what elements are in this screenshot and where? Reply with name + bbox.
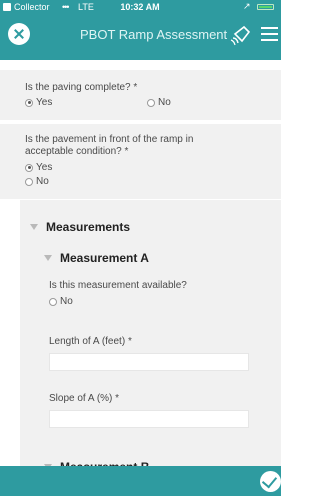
collector-app-icon xyxy=(3,3,11,11)
survey-form: Is the paving complete? * Yes No Is the … xyxy=(0,60,281,474)
pavement-option-yes[interactable]: Yes xyxy=(25,162,52,173)
length-a-input[interactable] xyxy=(49,353,249,371)
slope-a-label: Slope of A (%) * xyxy=(49,393,120,404)
status-app-name: Collector xyxy=(14,2,50,12)
question-pavement-section: Is the pavement in front of the ramp in … xyxy=(0,124,281,199)
question-pavement-label-line2: acceptable condition? * xyxy=(25,146,129,157)
measurements-group: Measurements Measurement A Is this measu… xyxy=(20,200,281,474)
battery-icon xyxy=(257,4,274,10)
menu-icon[interactable] xyxy=(261,27,278,41)
measurement-a-available-label: Is this measurement available? xyxy=(49,280,187,291)
radio-unselected-icon xyxy=(49,297,57,306)
pavement-option-no[interactable]: No xyxy=(25,176,49,187)
signal-strength-icon: ••• xyxy=(62,2,70,12)
question-paving-section: Is the paving complete? * Yes No xyxy=(0,70,281,120)
measurement-a-toggle[interactable]: Measurement A xyxy=(44,251,149,265)
length-a-label: Length of A (feet) * xyxy=(49,336,132,347)
question-pavement-label: Is the pavement in front of the ramp in … xyxy=(25,134,193,158)
pavement-option-no-label: No xyxy=(36,176,49,187)
measurement-a-available-no-label: No xyxy=(60,296,73,307)
radio-selected-icon xyxy=(25,98,33,107)
pavement-option-yes-label: Yes xyxy=(36,162,53,173)
paving-option-yes[interactable]: Yes xyxy=(25,97,52,108)
paving-option-no[interactable]: No xyxy=(147,97,171,108)
network-type: LTE xyxy=(78,2,94,12)
close-button[interactable] xyxy=(8,23,30,45)
measurement-a-available-no[interactable]: No xyxy=(49,296,73,307)
radio-unselected-icon xyxy=(25,177,33,186)
app-header: PBOT Ramp Assessment xyxy=(0,14,281,60)
collapse-triangle-icon xyxy=(44,255,52,261)
bottom-action-bar xyxy=(0,466,281,496)
status-time: 10:32 AM xyxy=(120,2,160,12)
question-paving-label: Is the paving complete? * xyxy=(25,82,138,93)
collapse-triangle-icon xyxy=(30,224,38,230)
gps-icon[interactable] xyxy=(230,24,252,46)
radio-selected-icon xyxy=(25,163,33,172)
page-title: PBOT Ramp Assessment xyxy=(80,27,228,42)
submit-check-icon[interactable] xyxy=(260,471,281,492)
radio-unselected-icon xyxy=(147,98,155,107)
location-arrow-icon: ↗ xyxy=(243,1,251,11)
measurement-a-heading: Measurement A xyxy=(60,251,149,265)
paving-option-yes-label: Yes xyxy=(36,97,53,108)
measurements-toggle[interactable]: Measurements xyxy=(30,220,130,234)
measurements-heading: Measurements xyxy=(46,220,131,234)
paving-option-no-label: No xyxy=(158,97,171,108)
status-bar: Collector ••• LTE 10:32 AM ↗ xyxy=(0,0,281,14)
question-pavement-label-line1: Is the pavement in front of the ramp in xyxy=(25,134,194,145)
slope-a-input[interactable] xyxy=(49,410,249,428)
